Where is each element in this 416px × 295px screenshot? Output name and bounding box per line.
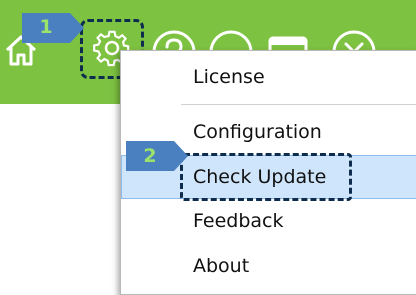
step-badge-2: 2 [126,141,190,171]
step-badge-1: 1 [22,13,86,43]
step-number-1: 1 [39,16,53,38]
menu-item-label: License [193,66,265,88]
check-update-focus-highlight [180,153,352,201]
step-number-2: 2 [143,145,157,167]
menu-item-license[interactable]: License [121,57,416,97]
menu-item-feedback[interactable]: Feedback [121,201,416,241]
menu-item-label: Configuration [193,121,322,143]
menu-divider [181,104,416,105]
menu-item-label: About [193,255,250,277]
menu-item-label: Feedback [193,210,284,232]
menu-item-about[interactable]: About [121,246,416,286]
